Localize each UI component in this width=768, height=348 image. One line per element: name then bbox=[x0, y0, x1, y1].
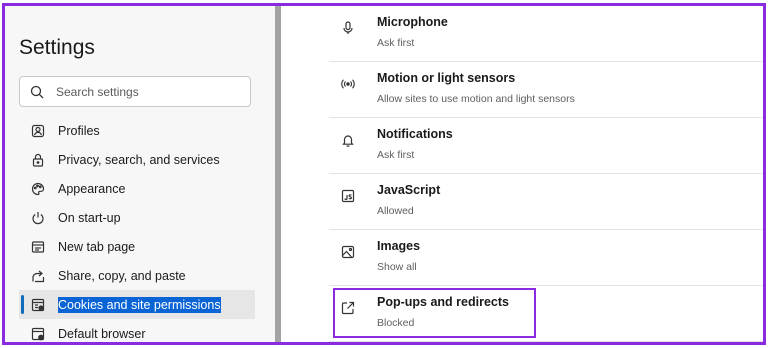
new-tab-icon bbox=[31, 240, 45, 254]
search-icon bbox=[30, 85, 44, 98]
bell-icon bbox=[341, 133, 355, 147]
permission-row-javascript[interactable]: JavaScript Allowed bbox=[329, 174, 763, 230]
sidebar: Settings Profiles Privacy, search, and s… bbox=[5, 6, 275, 342]
permission-row-images[interactable]: Images Show all bbox=[329, 230, 763, 286]
permission-subtitle: Ask first bbox=[377, 149, 415, 161]
share-icon bbox=[31, 269, 45, 283]
sidebar-item-label: On start-up bbox=[58, 210, 121, 225]
lock-icon bbox=[31, 153, 45, 167]
sidebar-item-profiles[interactable]: Profiles bbox=[19, 116, 255, 145]
sidebar-item-label: Appearance bbox=[58, 181, 126, 196]
browser-icon bbox=[31, 327, 45, 341]
permission-title: Motion or light sensors bbox=[377, 71, 516, 85]
microphone-icon bbox=[341, 21, 355, 35]
javascript-icon bbox=[341, 189, 355, 203]
sidebar-item-startup[interactable]: On start-up bbox=[19, 203, 255, 232]
search-box[interactable] bbox=[19, 76, 251, 107]
permission-subtitle: Allowed bbox=[377, 205, 414, 217]
popups-highlight-frame bbox=[333, 288, 536, 338]
palette-icon bbox=[31, 182, 45, 196]
sidebar-item-label: Share, copy, and paste bbox=[58, 268, 186, 283]
power-icon bbox=[31, 211, 45, 225]
page-title: Settings bbox=[19, 36, 95, 59]
sidebar-item-privacy[interactable]: Privacy, search, and services bbox=[19, 145, 255, 174]
sidebar-nav: Profiles Privacy, search, and services A… bbox=[19, 116, 255, 342]
sidebar-item-label: Profiles bbox=[58, 123, 100, 138]
permission-title: Microphone bbox=[377, 15, 448, 29]
permission-row-motion-sensors[interactable]: Motion or light sensors Allow sites to u… bbox=[329, 62, 763, 118]
sidebar-item-cookies[interactable]: Cookies and site permissions bbox=[19, 290, 255, 319]
sidebar-item-appearance[interactable]: Appearance bbox=[19, 174, 255, 203]
image-icon bbox=[341, 245, 355, 259]
search-input[interactable] bbox=[56, 84, 236, 99]
sidebar-item-new-tab[interactable]: New tab page bbox=[19, 232, 255, 261]
sidebar-item-label: Default browser bbox=[58, 326, 146, 341]
sidebar-item-label: New tab page bbox=[58, 239, 136, 254]
profile-icon bbox=[31, 124, 45, 138]
sidebar-item-share[interactable]: Share, copy, and paste bbox=[19, 261, 255, 290]
permission-title: Images bbox=[377, 239, 421, 253]
sidebar-item-label: Cookies and site permissions bbox=[58, 296, 221, 313]
permission-title: Notifications bbox=[377, 127, 453, 141]
settings-window: Settings Profiles Privacy, search, and s… bbox=[2, 3, 766, 345]
permission-subtitle: Ask first bbox=[377, 37, 415, 49]
permission-subtitle: Show all bbox=[377, 261, 417, 273]
sidebar-item-default-browser[interactable]: Default browser bbox=[19, 319, 255, 342]
permission-row-microphone[interactable]: Microphone Ask first bbox=[329, 6, 763, 62]
sensor-icon bbox=[341, 77, 355, 91]
sidebar-item-label: Privacy, search, and services bbox=[58, 152, 220, 167]
permission-row-notifications[interactable]: Notifications Ask first bbox=[329, 118, 763, 174]
permission-title: JavaScript bbox=[377, 183, 441, 197]
permission-subtitle: Allow sites to use motion and light sens… bbox=[377, 93, 575, 105]
cookies-icon bbox=[31, 298, 45, 312]
